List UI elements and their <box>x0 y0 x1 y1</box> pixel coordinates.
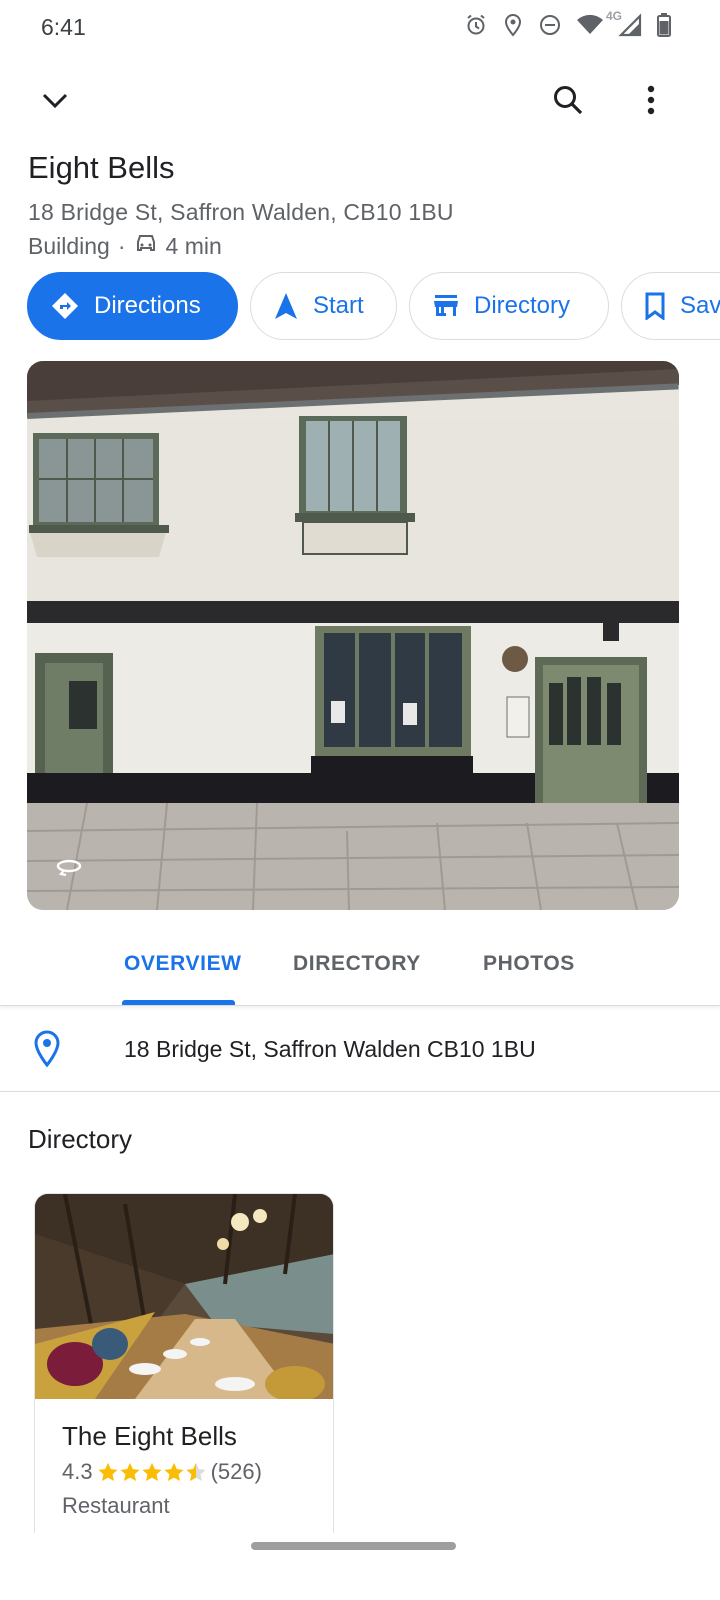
navigation-icon <box>275 293 297 319</box>
star-icon <box>98 1462 118 1481</box>
store-icon <box>434 295 458 316</box>
start-button[interactable]: Start <box>250 272 397 340</box>
directions-icon <box>52 293 78 319</box>
location-pin-icon <box>32 1030 62 1073</box>
tab-indicator <box>122 1000 235 1005</box>
home-indicator[interactable] <box>251 1542 456 1550</box>
directory-item-rating: 4.3 (526) <box>62 1459 262 1485</box>
tab-bar: OVERVIEW DIRECTORY PHOTOS <box>0 930 720 1006</box>
directions-button[interactable]: Directions <box>27 272 238 340</box>
tab-overview[interactable]: OVERVIEW <box>124 952 242 976</box>
cell-signal-icon: 4G <box>606 9 642 37</box>
directory-label: Directory <box>474 292 571 319</box>
rating-value: 4.3 <box>62 1459 93 1484</box>
drive-time: 4 min <box>165 232 222 259</box>
search-button[interactable] <box>544 76 592 124</box>
car-icon <box>134 232 158 260</box>
save-label: Save <box>680 292 720 319</box>
bookmark-icon <box>645 292 665 320</box>
directory-item-name: The Eight Bells <box>62 1421 237 1451</box>
place-address: 18 Bridge St, Saffron Walden, CB10 1BU <box>28 199 454 225</box>
place-title: Eight Bells <box>28 150 175 185</box>
rating-stars <box>97 1462 207 1482</box>
place-meta: Building · 4 min <box>28 232 222 260</box>
do-not-disturb-icon <box>538 13 562 37</box>
battery-icon <box>656 12 672 38</box>
directions-label: Directions <box>94 292 201 319</box>
save-button[interactable]: Save <box>621 272 720 340</box>
tab-photos[interactable]: PHOTOS <box>483 952 575 976</box>
top-app-bar <box>0 76 720 126</box>
star-icon <box>120 1462 140 1481</box>
alarm-icon <box>464 13 488 37</box>
directory-button[interactable]: Directory <box>409 272 609 340</box>
meta-separator: · <box>117 232 126 259</box>
star-half-icon <box>186 1462 206 1481</box>
status-time: 6:41 <box>41 14 86 40</box>
star-icon <box>164 1462 184 1481</box>
directory-card[interactable]: The Eight Bells 4.3 (526) Restaurant <box>34 1193 334 1533</box>
restaurant-photo <box>35 1194 333 1399</box>
status-icons: 4G <box>464 9 672 38</box>
directory-section-title: Directory <box>28 1124 133 1154</box>
collapse-button[interactable] <box>31 76 79 124</box>
place-category: Building <box>28 232 110 259</box>
tab-directory[interactable]: DIRECTORY <box>293 952 421 976</box>
address-text: 18 Bridge St, Saffron Walden CB10 1BU <box>124 1036 536 1062</box>
start-label: Start <box>313 292 364 319</box>
address-row[interactable]: 18 Bridge St, Saffron Walden CB10 1BU <box>0 1008 720 1092</box>
network-type-label: 4G <box>606 9 623 23</box>
wifi-icon <box>576 13 604 37</box>
location-icon <box>502 13 524 37</box>
street-view-photo[interactable] <box>27 361 679 910</box>
action-chips: Directions Start Directory Save <box>27 272 720 340</box>
chevron-down-icon <box>42 93 68 109</box>
search-icon <box>554 86 583 115</box>
star-icon <box>142 1462 162 1481</box>
status-bar: 6:41 4G <box>0 0 720 56</box>
review-count: (526) <box>210 1459 262 1484</box>
more-options-button[interactable] <box>627 76 675 124</box>
more-vert-icon <box>647 85 655 115</box>
directory-item-type: Restaurant <box>62 1493 170 1518</box>
street-view-icon <box>55 857 83 877</box>
